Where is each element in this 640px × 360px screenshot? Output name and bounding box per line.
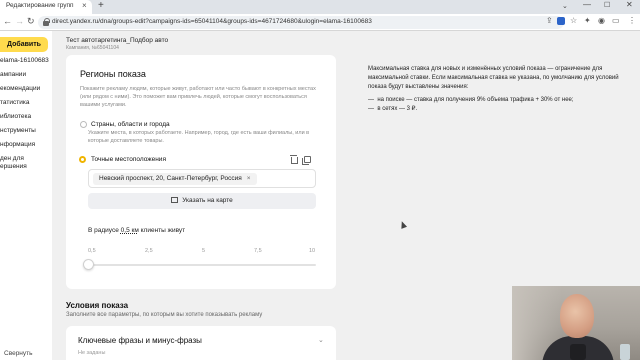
reload-icon[interactable]: ↻ xyxy=(27,16,35,27)
show-on-map-button[interactable]: Указать на карте xyxy=(88,193,316,209)
sidebar-item-campaigns[interactable]: ампании xyxy=(0,71,26,79)
presenter-head xyxy=(560,294,594,338)
copy-icon[interactable] xyxy=(302,156,311,165)
sidebar-item-ideas-line2[interactable]: ершения xyxy=(0,163,27,171)
slider-tick-label: 10 xyxy=(309,248,316,254)
new-tab-button[interactable]: + xyxy=(98,0,104,11)
back-icon[interactable]: ← xyxy=(3,16,12,26)
browser-tab-strip: Редактирование групп × + ⌄ — ☐ ✕ xyxy=(0,0,640,14)
slider-tick-label: 5 xyxy=(202,248,206,254)
mouse-cursor xyxy=(398,220,408,229)
sidebar-item-account[interactable]: elama-16100683 xyxy=(0,57,49,65)
max-bid-networks: в сетях — 3 ₽. xyxy=(377,106,418,112)
slider-tick-label: 2,5 xyxy=(145,248,153,254)
sidebar-toggle-icon[interactable]: ▭ xyxy=(612,16,620,25)
microphone xyxy=(570,344,586,360)
sidebar-item-ideas-line1[interactable]: ден для xyxy=(0,155,24,163)
regions-description: Покажите рекламу людям, которые живут, р… xyxy=(80,86,316,108)
max-bid-list-item: — на поиске — ставка для получения 9% об… xyxy=(368,97,574,103)
slider-tick-label: 0,5 xyxy=(88,248,96,254)
campaign-title: Тест автотаргетинга_Подбор авто xyxy=(66,37,169,44)
campaign-subtitle: Кампания, №65041104 xyxy=(66,45,119,51)
max-bid-list-item: — в сетях — 3 ₽. xyxy=(368,106,418,112)
tab-search-icon[interactable]: ⌄ xyxy=(562,2,568,10)
address-bar[interactable]: direct.yandex.ru/dna/groups-edit?campaig… xyxy=(38,16,564,29)
option-countries-description: Укажите места, в которых работаете. Напр… xyxy=(88,130,310,144)
radio-countries[interactable] xyxy=(80,121,87,128)
sidebar-item-statistics[interactable]: татистика xyxy=(0,99,29,107)
add-button[interactable]: Добавить xyxy=(0,37,48,52)
max-bid-info: Максимальная ставка для новых и изменённ… xyxy=(368,66,619,90)
bottle xyxy=(620,344,630,360)
lock-icon xyxy=(43,18,50,26)
minimize-icon[interactable]: — xyxy=(583,0,591,9)
radius-slider-thumb[interactable] xyxy=(83,259,94,270)
option-countries-label[interactable]: Страны, области и города xyxy=(91,121,170,128)
webcam-overlay xyxy=(512,286,640,360)
browser-toolbar: ← → ↻ direct.yandex.ru/dna/groups-edit?c… xyxy=(0,14,640,31)
star-icon[interactable]: ☆ xyxy=(570,16,577,25)
sidebar-item-recommendations[interactable]: екомендации xyxy=(0,85,40,93)
keywords-status: Не заданы xyxy=(78,350,106,356)
tab-close-icon[interactable]: × xyxy=(82,1,87,10)
radius-suffix: клиенты живут xyxy=(140,227,186,234)
extension-puzzle-icon[interactable]: ✦ xyxy=(584,16,591,25)
radius-prefix: В радиусе xyxy=(88,227,119,234)
map-icon xyxy=(171,197,179,203)
locations-input[interactable]: Невский проспект, 20, Санкт-Петербург, Р… xyxy=(88,169,316,188)
option-exact-locations-label[interactable]: Точные местоположения xyxy=(91,156,166,163)
regions-title: Регионы показа xyxy=(80,69,146,79)
tab-title: Редактирование групп xyxy=(6,2,74,9)
share-icon[interactable]: ⇪ xyxy=(546,16,553,25)
keywords-card[interactable]: Ключевые фразы и минус-фразы Не заданы ⌄ xyxy=(66,326,336,360)
radio-exact-locations[interactable] xyxy=(79,156,86,163)
browser-menu-icon[interactable]: ⋮ xyxy=(628,16,636,25)
forward-icon[interactable]: → xyxy=(15,16,24,26)
regions-card: Регионы показа Покажите рекламу людям, к… xyxy=(66,55,336,289)
max-bid-list: — на поиске — ставка для получения 9% об… xyxy=(368,96,574,114)
chip-remove-icon[interactable]: × xyxy=(247,175,251,182)
maximize-icon[interactable]: ☐ xyxy=(604,1,610,9)
collapse-sidebar-button[interactable]: Свернуть xyxy=(4,350,33,357)
max-bid-search: на поиске — ставка для получения 9% объе… xyxy=(377,97,574,103)
location-chip: Невский проспект, 20, Санкт-Петербург, Р… xyxy=(93,173,257,185)
url-text: direct.yandex.ru/dna/groups-edit?campaig… xyxy=(52,18,372,25)
trash-icon[interactable] xyxy=(290,155,298,164)
sidebar-item-tools[interactable]: нструменты xyxy=(0,127,36,135)
left-sidebar: Добавить elama-16100683 ампании екоменда… xyxy=(0,31,52,360)
location-chip-text: Невский проспект, 20, Санкт-Петербург, Р… xyxy=(99,175,242,182)
close-window-icon[interactable]: ✕ xyxy=(626,0,633,9)
conditions-title: Условия показа xyxy=(66,301,129,310)
sidebar-item-info[interactable]: нформация xyxy=(0,141,35,149)
sidebar-item-library[interactable]: иблиотека xyxy=(0,113,31,121)
slider-tick-label: 7,5 xyxy=(254,248,262,254)
profile-icon[interactable]: ◉ xyxy=(598,16,605,25)
show-on-map-label: Указать на карте xyxy=(182,197,233,204)
chevron-down-icon[interactable]: ⌄ xyxy=(318,336,324,344)
extension-icon[interactable] xyxy=(557,17,565,25)
radius-slider-track[interactable] xyxy=(88,264,316,266)
radius-label: В радиусе 0,5 км клиенты живут xyxy=(88,227,185,234)
browser-tab[interactable]: Редактирование групп × xyxy=(0,0,92,14)
radius-value[interactable]: 0,5 км xyxy=(121,227,139,234)
conditions-subtitle: Заполните все параметры, по которым вы х… xyxy=(66,312,263,318)
keywords-title: Ключевые фразы и минус-фразы xyxy=(78,336,202,345)
